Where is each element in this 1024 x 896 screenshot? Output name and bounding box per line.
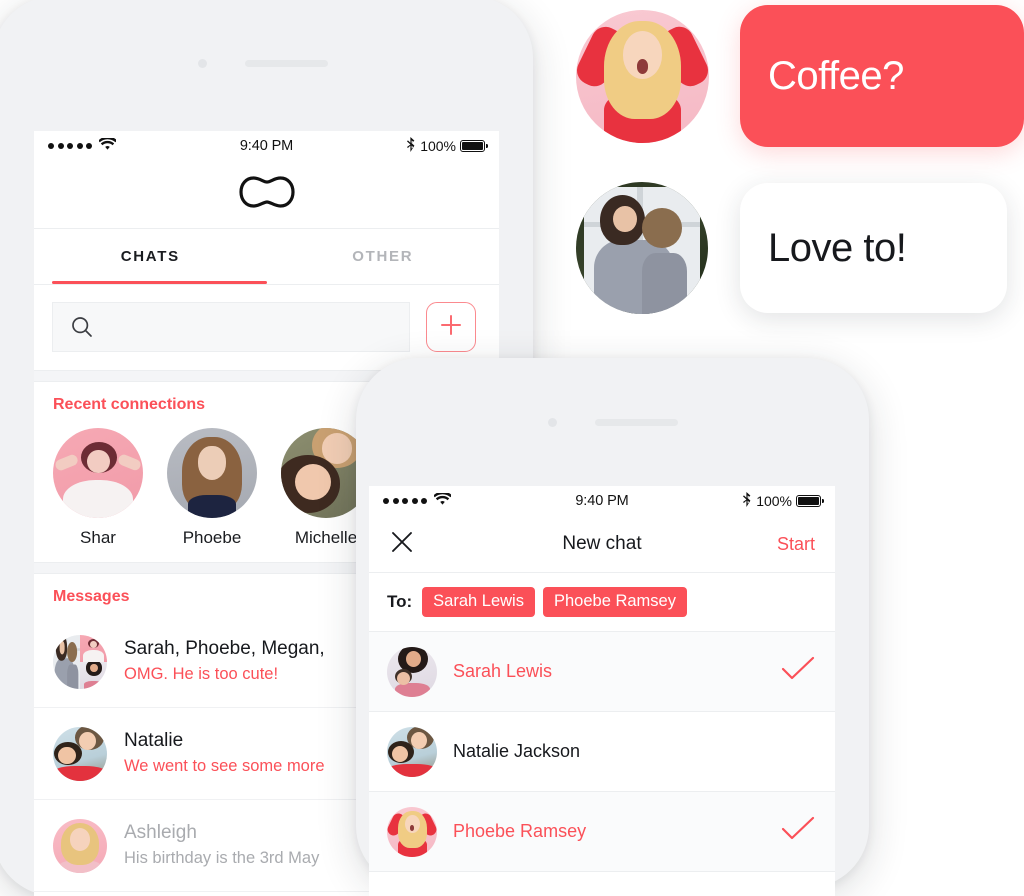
peanut-logo-icon	[238, 176, 295, 213]
search-input[interactable]	[52, 302, 410, 352]
phone-two-screen: 9:40 PM 100% New chat Start To: Sarah Le…	[369, 486, 835, 896]
search-icon	[71, 316, 93, 338]
avatar	[53, 634, 107, 689]
chat-bubble-incoming: Love to!	[740, 183, 1007, 313]
phone-one-bezel-top	[0, 0, 533, 131]
tab-other[interactable]: OTHER	[267, 229, 500, 284]
message-preview: His birthday is the 3rd May	[124, 848, 320, 867]
check-icon[interactable]	[781, 656, 815, 687]
message-text: Sarah, Phoebe, Megan, OMG. He is too cut…	[124, 636, 325, 686]
chat-bubble-text: Coffee?	[768, 53, 904, 98]
phone-device-new-chat: 9:40 PM 100% New chat Start To: Sarah Le…	[356, 358, 869, 896]
message-preview: OMG. He is too cute!	[124, 664, 279, 683]
avatar	[387, 806, 437, 857]
bluetooth-icon	[406, 137, 416, 155]
app-header	[34, 161, 499, 229]
phone-two-bezel-top	[356, 358, 869, 486]
earpiece-speaker-icon	[594, 418, 678, 426]
message-sender: Ashleigh	[124, 822, 197, 844]
chat-bubble-outgoing: Coffee?	[740, 5, 1024, 147]
battery-percent-label: 100%	[756, 493, 792, 509]
recipients-field[interactable]: To: Sarah Lewis Phoebe Ramsey	[369, 573, 835, 632]
message-sender: Sarah, Phoebe, Megan,	[124, 638, 325, 660]
start-button[interactable]: Start	[777, 534, 815, 555]
contact-row-sarah-lewis[interactable]: Sarah Lewis	[369, 632, 835, 712]
battery-percent-label: 100%	[420, 138, 456, 154]
tab-bar[interactable]: CHATS OTHER	[34, 229, 499, 285]
status-bar-right: 100%	[406, 137, 488, 155]
recent-connection-label: Phoebe	[182, 528, 242, 547]
check-icon[interactable]	[781, 816, 815, 847]
earpiece-speaker-icon	[245, 60, 328, 67]
page-title: New chat	[562, 533, 642, 554]
avatar-surprised-blonde	[576, 10, 709, 143]
contact-name: Natalie Jackson	[453, 741, 581, 761]
battery-full-icon	[796, 495, 824, 507]
recipient-chip[interactable]: Phoebe Ramsey	[542, 587, 687, 617]
message-preview: We went to see some more	[124, 756, 325, 775]
avatar	[53, 428, 143, 518]
avatar	[387, 646, 437, 697]
recent-connection-phoebe[interactable]: Phoebe	[167, 428, 257, 548]
avatar	[167, 428, 257, 518]
contact-name: Phoebe Ramsey	[453, 821, 587, 841]
message-sender: Natalie	[124, 730, 184, 752]
contact-name: Sarah Lewis	[453, 661, 553, 681]
front-camera-icon	[198, 59, 207, 68]
recent-connection-label: Shar	[80, 528, 116, 547]
status-bar: 9:40 PM 100%	[34, 131, 499, 161]
front-camera-icon	[547, 417, 557, 427]
contact-row-natalie-jackson[interactable]: Natalie Jackson	[369, 712, 835, 792]
avatar-mother-child	[576, 182, 708, 314]
recipient-chip[interactable]: Sarah Lewis	[422, 587, 535, 617]
tab-active-indicator	[52, 280, 267, 284]
chat-bubble-text: Love to!	[768, 225, 907, 270]
avatar	[53, 726, 107, 781]
bluetooth-icon	[742, 492, 752, 510]
status-bar-right: 100%	[742, 492, 824, 510]
avatar	[387, 726, 437, 777]
message-text: Natalie We went to see some more	[124, 728, 325, 778]
status-bar: 9:40 PM 100%	[369, 486, 835, 516]
new-chat-button[interactable]	[426, 302, 476, 352]
contact-row-phoebe-ramsey[interactable]: Phoebe Ramsey	[369, 792, 835, 872]
recipients-label: To:	[387, 592, 413, 611]
search-input-field[interactable]	[103, 317, 378, 337]
tab-chats[interactable]: CHATS	[34, 229, 267, 284]
nav-bar: New chat Start	[369, 516, 835, 573]
recent-connection-shar[interactable]: Shar	[53, 428, 143, 548]
close-icon[interactable]	[389, 529, 415, 560]
avatar	[53, 818, 107, 873]
message-text: Ashleigh His birthday is the 3rd May	[124, 820, 319, 870]
battery-full-icon	[460, 140, 488, 152]
plus-icon	[438, 312, 464, 343]
